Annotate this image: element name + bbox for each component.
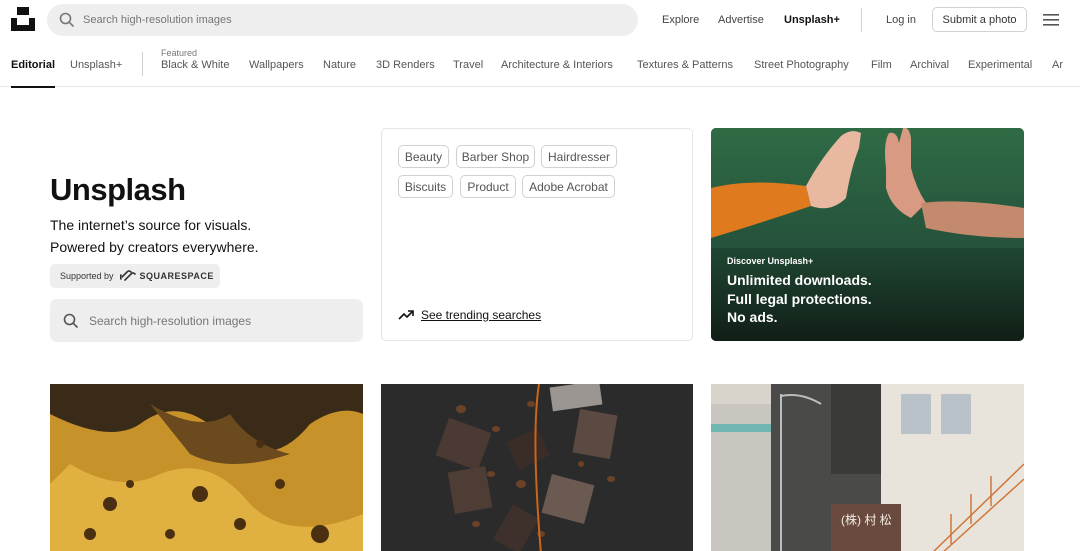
squarespace-logo-icon (119, 270, 136, 281)
tab-nature[interactable]: Nature (323, 42, 356, 87)
sponsor-name: SQUARESPACE (139, 271, 214, 281)
submit-photo-button[interactable]: Submit a photo (932, 7, 1027, 32)
search-icon (63, 313, 79, 329)
promo-line-3: No ads. (727, 309, 778, 325)
sponsor-badge[interactable]: Supported by SQUARESPACE (50, 264, 220, 288)
nav-explore-link[interactable]: Explore (662, 14, 699, 26)
trending-tag[interactable]: Hairdresser (541, 145, 617, 168)
unsplash-plus-promo-card[interactable]: Discover Unsplash+ Unlimited downloads. … (711, 128, 1024, 341)
nav-advertise-link[interactable]: Advertise (718, 14, 764, 26)
hero-search-placeholder: Search high-resolution images (89, 313, 252, 328)
building-sign: (株) 村 松 (841, 512, 892, 527)
trending-tag[interactable]: Product (460, 175, 516, 198)
promo-kicker: Discover Unsplash+ (727, 256, 814, 266)
trending-searches-card: Beauty Barber Shop Hairdresser Biscuits … (381, 128, 693, 341)
tab-architecture-interiors[interactable]: Architecture & Interiors (501, 42, 613, 87)
hero-tagline-2: Powered by creators everywhere. (50, 239, 259, 255)
header-search-placeholder: Search high-resolution images (83, 14, 232, 26)
tab-travel[interactable]: Travel (453, 42, 483, 87)
tab-editorial[interactable]: Editorial (11, 42, 56, 88)
nav-login-link[interactable]: Log in (886, 14, 916, 26)
photo-chocolate[interactable] (381, 384, 694, 551)
tab-street-photography[interactable]: Street Photography (754, 42, 849, 87)
see-trending-label: See trending searches (421, 308, 542, 322)
header-search-bar[interactable]: Search high-resolution images (47, 4, 638, 36)
top-header: Search high-resolution images Explore Ad… (0, 0, 1080, 40)
trending-tag[interactable]: Barber Shop (456, 145, 535, 168)
promo-line-1: Unlimited downloads. (727, 272, 872, 288)
tab-unsplash-plus[interactable]: Unsplash+ (70, 42, 122, 87)
hero-tagline-1: The internet’s source for visuals. (50, 217, 252, 233)
tab-black-white[interactable]: Black & White (161, 50, 229, 80)
page-title: Unsplash (50, 172, 186, 207)
hamburger-menu-icon[interactable] (1043, 13, 1059, 27)
tab-film[interactable]: Film (871, 42, 892, 87)
header-divider (861, 8, 862, 32)
tab-textures-patterns[interactable]: Textures & Patterns (637, 42, 733, 87)
see-trending-link[interactable]: See trending searches (398, 308, 541, 322)
category-divider (142, 52, 143, 76)
tab-experimental[interactable]: Experimental (968, 42, 1032, 87)
tab-archival[interactable]: Archival (910, 42, 949, 87)
supported-by-label: Supported by (60, 271, 114, 281)
tab-overflow[interactable]: Ar (1052, 42, 1063, 87)
unsplash-logo-icon[interactable] (11, 7, 35, 31)
trending-tag[interactable]: Beauty (398, 145, 449, 168)
nav-unsplash-plus-link[interactable]: Unsplash+ (784, 14, 840, 26)
trending-up-icon (398, 310, 414, 320)
tab-wallpapers[interactable]: Wallpapers (249, 42, 304, 87)
photo-abstract-fluid[interactable] (50, 384, 363, 551)
search-icon (59, 12, 75, 28)
hero-search-bar[interactable]: Search high-resolution images (50, 299, 363, 342)
trending-tag[interactable]: Adobe Acrobat (522, 175, 615, 198)
trending-tag[interactable]: Biscuits (398, 175, 453, 198)
category-bar: Editorial Unsplash+ Featured Black & Whi… (0, 42, 1080, 88)
tab-3d-renders[interactable]: 3D Renders (376, 42, 435, 87)
promo-line-2: Full legal protections. (727, 291, 872, 307)
photo-street-building[interactable]: (株) 村 松 (711, 384, 1024, 551)
